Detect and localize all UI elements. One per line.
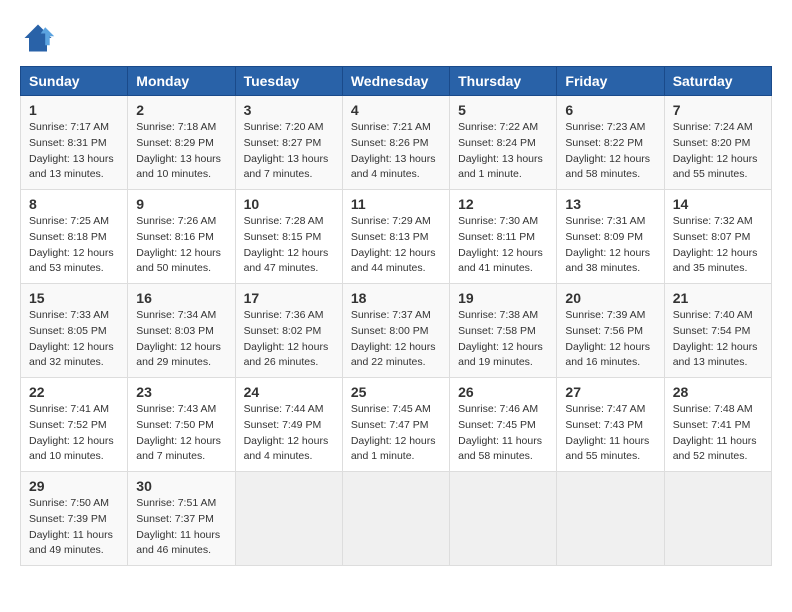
calendar-day-header: Saturday	[664, 67, 771, 96]
generalblue-logo-icon	[20, 20, 56, 56]
calendar-day-cell: 2Sunrise: 7:18 AM Sunset: 8:29 PM Daylig…	[128, 96, 235, 190]
calendar-day-cell: 13Sunrise: 7:31 AM Sunset: 8:09 PM Dayli…	[557, 190, 664, 284]
calendar-day-cell: 27Sunrise: 7:47 AM Sunset: 7:43 PM Dayli…	[557, 378, 664, 472]
calendar-week-row: 15Sunrise: 7:33 AM Sunset: 8:05 PM Dayli…	[21, 284, 772, 378]
page-header	[20, 20, 772, 56]
calendar-week-row: 8Sunrise: 7:25 AM Sunset: 8:18 PM Daylig…	[21, 190, 772, 284]
calendar-day-header: Sunday	[21, 67, 128, 96]
calendar-day-cell	[450, 472, 557, 566]
calendar-day-cell: 12Sunrise: 7:30 AM Sunset: 8:11 PM Dayli…	[450, 190, 557, 284]
calendar-week-row: 22Sunrise: 7:41 AM Sunset: 7:52 PM Dayli…	[21, 378, 772, 472]
calendar-day-cell: 18Sunrise: 7:37 AM Sunset: 8:00 PM Dayli…	[342, 284, 449, 378]
calendar-day-header: Wednesday	[342, 67, 449, 96]
calendar-day-cell: 5Sunrise: 7:22 AM Sunset: 8:24 PM Daylig…	[450, 96, 557, 190]
calendar-day-cell	[235, 472, 342, 566]
calendar-day-cell: 24Sunrise: 7:44 AM Sunset: 7:49 PM Dayli…	[235, 378, 342, 472]
calendar-day-cell: 15Sunrise: 7:33 AM Sunset: 8:05 PM Dayli…	[21, 284, 128, 378]
calendar-day-cell: 9Sunrise: 7:26 AM Sunset: 8:16 PM Daylig…	[128, 190, 235, 284]
calendar-day-cell: 11Sunrise: 7:29 AM Sunset: 8:13 PM Dayli…	[342, 190, 449, 284]
calendar-day-cell: 28Sunrise: 7:48 AM Sunset: 7:41 PM Dayli…	[664, 378, 771, 472]
calendar-day-header: Monday	[128, 67, 235, 96]
calendar-day-cell: 20Sunrise: 7:39 AM Sunset: 7:56 PM Dayli…	[557, 284, 664, 378]
calendar-day-cell: 21Sunrise: 7:40 AM Sunset: 7:54 PM Dayli…	[664, 284, 771, 378]
calendar-day-cell: 3Sunrise: 7:20 AM Sunset: 8:27 PM Daylig…	[235, 96, 342, 190]
calendar-day-cell: 29Sunrise: 7:50 AM Sunset: 7:39 PM Dayli…	[21, 472, 128, 566]
calendar-day-cell: 22Sunrise: 7:41 AM Sunset: 7:52 PM Dayli…	[21, 378, 128, 472]
calendar-day-cell	[342, 472, 449, 566]
calendar-day-cell: 26Sunrise: 7:46 AM Sunset: 7:45 PM Dayli…	[450, 378, 557, 472]
calendar-day-cell: 30Sunrise: 7:51 AM Sunset: 7:37 PM Dayli…	[128, 472, 235, 566]
calendar-day-cell: 19Sunrise: 7:38 AM Sunset: 7:58 PM Dayli…	[450, 284, 557, 378]
calendar-day-cell: 6Sunrise: 7:23 AM Sunset: 8:22 PM Daylig…	[557, 96, 664, 190]
calendar-day-cell: 23Sunrise: 7:43 AM Sunset: 7:50 PM Dayli…	[128, 378, 235, 472]
calendar-header-row: SundayMondayTuesdayWednesdayThursdayFrid…	[21, 67, 772, 96]
calendar-week-row: 29Sunrise: 7:50 AM Sunset: 7:39 PM Dayli…	[21, 472, 772, 566]
calendar-day-cell: 16Sunrise: 7:34 AM Sunset: 8:03 PM Dayli…	[128, 284, 235, 378]
calendar-day-header: Thursday	[450, 67, 557, 96]
calendar-day-header: Friday	[557, 67, 664, 96]
calendar-table: SundayMondayTuesdayWednesdayThursdayFrid…	[20, 66, 772, 566]
calendar-day-cell: 7Sunrise: 7:24 AM Sunset: 8:20 PM Daylig…	[664, 96, 771, 190]
calendar-day-cell: 1Sunrise: 7:17 AM Sunset: 8:31 PM Daylig…	[21, 96, 128, 190]
calendar-day-cell	[664, 472, 771, 566]
calendar-day-cell: 17Sunrise: 7:36 AM Sunset: 8:02 PM Dayli…	[235, 284, 342, 378]
calendar-day-cell: 4Sunrise: 7:21 AM Sunset: 8:26 PM Daylig…	[342, 96, 449, 190]
logo	[20, 20, 62, 56]
calendar-day-cell: 25Sunrise: 7:45 AM Sunset: 7:47 PM Dayli…	[342, 378, 449, 472]
calendar-day-cell	[557, 472, 664, 566]
calendar-week-row: 1Sunrise: 7:17 AM Sunset: 8:31 PM Daylig…	[21, 96, 772, 190]
calendar-day-header: Tuesday	[235, 67, 342, 96]
calendar-day-cell: 14Sunrise: 7:32 AM Sunset: 8:07 PM Dayli…	[664, 190, 771, 284]
calendar-day-cell: 8Sunrise: 7:25 AM Sunset: 8:18 PM Daylig…	[21, 190, 128, 284]
calendar-day-cell: 10Sunrise: 7:28 AM Sunset: 8:15 PM Dayli…	[235, 190, 342, 284]
